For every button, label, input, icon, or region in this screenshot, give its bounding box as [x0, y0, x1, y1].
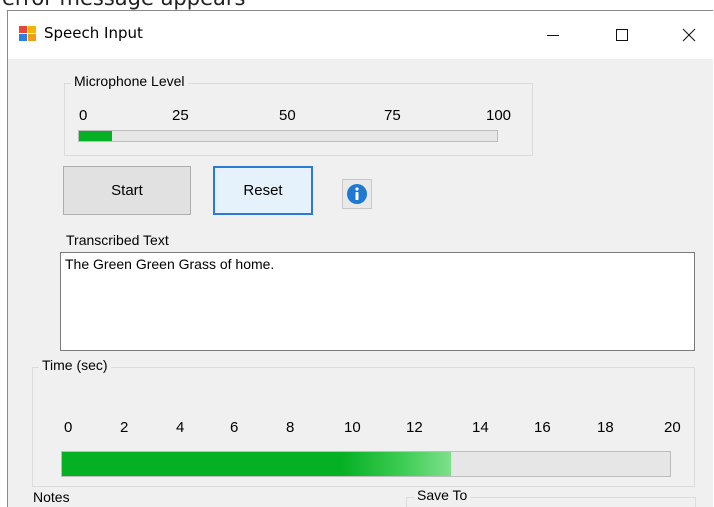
info-icon — [347, 184, 367, 204]
transcribed-text-box[interactable]: The Green Green Grass of home. — [60, 252, 695, 351]
close-button[interactable] — [666, 11, 712, 59]
time-tick-label: 2 — [120, 419, 129, 436]
microphone-level-label: Microphone Level — [71, 73, 188, 89]
speech-input-window: Speech Input Microphone Level 0 25 50 75… — [7, 10, 713, 507]
notes-label: Notes — [33, 489, 70, 505]
mic-tick-label: 25 — [172, 107, 189, 124]
time-tick-label: 6 — [230, 419, 239, 436]
time-tick-label: 20 — [664, 419, 681, 436]
time-tick-label: 8 — [286, 419, 295, 436]
time-tick-label: 0 — [64, 419, 73, 436]
microphone-level-group — [64, 83, 533, 156]
time-tick-label: 14 — [472, 419, 489, 436]
microphone-level-fill — [79, 131, 113, 141]
minimize-button[interactable] — [530, 11, 576, 59]
maximize-button[interactable] — [599, 11, 645, 59]
background-caption-text: error message appears — [2, 0, 245, 10]
time-tick-label: 12 — [406, 419, 423, 436]
start-button[interactable]: Start — [63, 166, 191, 215]
time-tick-label: 4 — [176, 419, 185, 436]
app-icon — [19, 26, 37, 42]
minimize-icon — [547, 35, 559, 36]
time-tick-label: 10 — [344, 419, 361, 436]
maximize-icon — [616, 29, 628, 41]
mic-tick-label: 50 — [279, 107, 296, 124]
transcribed-text-label: Transcribed Text — [66, 232, 169, 248]
window-title: Speech Input — [44, 24, 143, 42]
title-bar: Speech Input — [8, 11, 713, 59]
time-progress-bar — [61, 451, 671, 477]
mic-tick-label: 75 — [384, 107, 401, 124]
time-progress-fill — [62, 452, 452, 476]
save-to-label: Save To — [414, 487, 471, 503]
mic-tick-label: 100 — [486, 107, 512, 124]
time-tick-label: 18 — [597, 419, 614, 436]
mic-tick-label: 0 — [79, 107, 88, 124]
info-button[interactable] — [342, 179, 372, 209]
time-group-label: Time (sec) — [39, 357, 111, 373]
close-icon — [682, 28, 696, 42]
reset-button[interactable]: Reset — [213, 166, 313, 215]
time-tick-label: 16 — [534, 419, 551, 436]
microphone-level-bar — [78, 130, 498, 142]
